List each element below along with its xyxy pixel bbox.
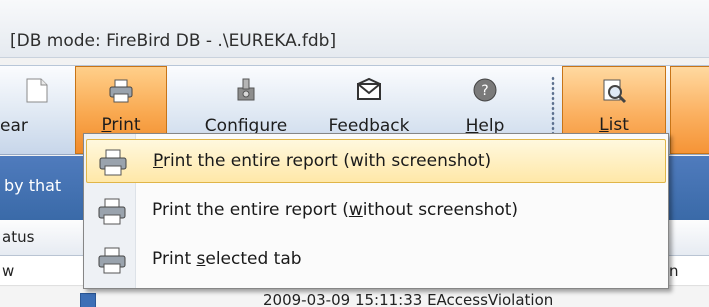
menu-item-print-without-screenshot[interactable]: Print the entire report (without screens…: [86, 189, 666, 233]
menu-item-print-with-screenshot[interactable]: Print the entire report (with screenshot…: [86, 139, 666, 183]
svg-text:?: ?: [481, 83, 488, 99]
menu-item-mnemonic: P: [153, 151, 163, 171]
menu-item-label: Print selected tab: [152, 249, 302, 269]
printer-icon: [96, 244, 128, 276]
window-title: [DB mode: FireBird DB - .\EUREKA.fdb]: [10, 31, 337, 51]
help-icon: ?: [471, 76, 499, 104]
menu-item-label: Print the entire report (without screens…: [152, 200, 519, 220]
title-bar: [DB mode: FireBird DB - .\EUREKA.fdb]: [0, 0, 709, 58]
print-button-label: Print: [101, 115, 141, 135]
configure-icon: [232, 76, 260, 104]
printer-icon: [107, 77, 135, 105]
info-band-text: by that: [4, 176, 62, 195]
next-toolbar-button[interactable]: [670, 66, 709, 154]
table-row[interactable]: 2009-03-09 15:11:33 EAccessViolation: [0, 287, 709, 307]
list-button-label: List: [599, 115, 629, 135]
list-button-mnemonic: L: [599, 115, 609, 135]
printer-icon: [97, 146, 129, 178]
menu-item-mnemonic: w: [348, 200, 363, 220]
list-search-icon: [600, 77, 628, 105]
clear-button-label: ear: [0, 116, 28, 136]
feedback-envelope-icon: [355, 76, 383, 104]
print-dropdown-menu: Print the entire report (with screenshot…: [83, 133, 669, 289]
clear-icon: [23, 76, 51, 104]
menu-item-label: Print the entire report (with screenshot…: [153, 151, 492, 171]
clear-button[interactable]: ear: [0, 66, 74, 154]
grid-header-status: atus: [2, 228, 35, 246]
menu-item-print-selected-tab[interactable]: Print selected tab: [86, 238, 666, 282]
menu-item-mnemonic: s: [196, 249, 206, 269]
table-cell: n: [669, 262, 679, 280]
row-checkbox[interactable]: [80, 293, 96, 307]
table-cell: w: [2, 262, 15, 280]
printer-icon: [96, 195, 128, 227]
print-button-mnemonic: P: [101, 115, 112, 135]
table-cell: 2009-03-09 15:11:33 EAccessViolation: [263, 291, 554, 307]
